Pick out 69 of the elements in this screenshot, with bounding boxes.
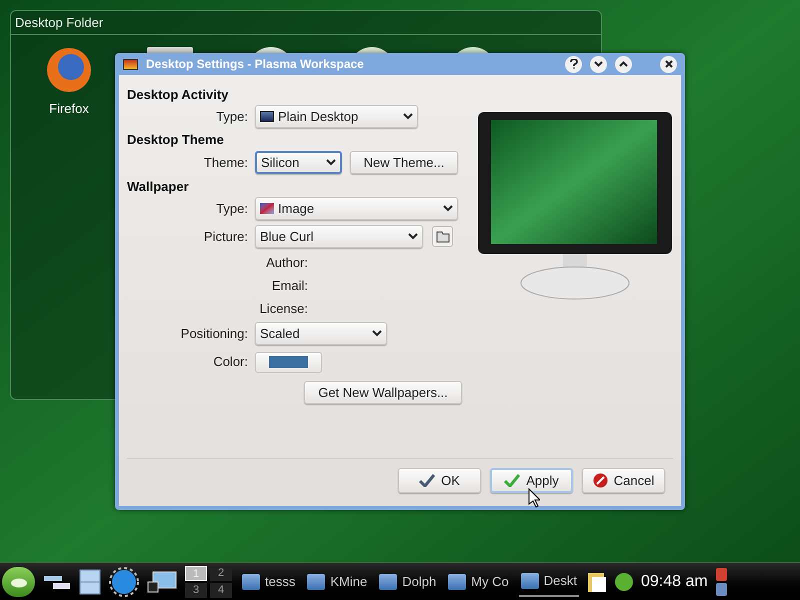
dropdown[interactable]: Blue Curl [255,225,423,248]
field-label: Author: [266,254,308,272]
chameleon-icon [10,576,28,588]
close-icon [664,60,672,68]
pager-desktop[interactable]: 2 [210,566,232,580]
pager-desktop[interactable]: 3 [185,582,207,598]
push-button[interactable]: New Theme... [350,151,458,174]
mouse-pointer-icon [528,488,540,508]
cancel-icon [592,473,608,488]
field-label: Type: [216,108,248,126]
chevron-down-icon [443,205,453,212]
field-label: Email: [272,276,308,295]
section-heading: Wallpaper [127,178,190,195]
color-button[interactable] [255,352,322,372]
section-heading: Desktop Theme [127,131,225,148]
task-button[interactable]: My Co [446,566,511,596]
dropdown[interactable]: Silicon [255,151,342,174]
push-button[interactable]: Get New Wallpapers... [304,381,462,404]
task-button[interactable]: Dolph [377,566,438,596]
help-icon [570,59,578,69]
app-icon [448,574,466,590]
field-label: Type: [216,200,248,218]
chevron-up-icon [619,61,628,67]
maximize-button[interactable] [615,56,632,72]
folder-button[interactable] [432,226,453,247]
launcher-button[interactable] [2,566,35,596]
checkmark-icon [419,474,436,487]
folder-icon [436,230,450,242]
field-label: Color: [213,353,248,372]
desktop-icon[interactable] [147,568,177,594]
checkmark-icon [504,474,520,487]
chevron-down-icon [403,113,413,120]
monitor-icon [260,111,274,122]
task-button[interactable]: Deskt [518,566,579,596]
dropdown[interactable]: Plain Desktop [255,105,418,128]
globe-icon [46,47,92,93]
chevron-down-icon [594,61,603,67]
desktop-icon-label: Firefox [49,100,89,118]
close-button[interactable] [660,56,677,72]
app-icon [520,572,539,588]
task-button[interactable]: KMine [305,566,370,596]
chevron-down-icon [372,330,382,337]
dialog-button[interactable]: Cancel [582,468,665,493]
clock: 09:48 am [640,572,708,592]
chevron-down-icon [408,233,418,240]
field-label: Picture: [204,228,248,246]
field-label: License: [260,300,308,318]
dialog-button[interactable]: OK [398,468,481,493]
clipboard-icon[interactable] [586,570,607,592]
chevron-down-icon [326,159,336,166]
section-heading: Desktop Activity [127,86,230,103]
globe-gear-icon[interactable] [109,566,139,596]
app-icon [242,574,260,590]
cabinet-icon[interactable] [79,568,101,594]
image-icon [260,203,274,214]
panel-title: Desktop Folder [15,14,104,32]
task-button[interactable]: tesss [240,566,298,596]
window-title: Desktop Settings - Plasma Workspace [146,56,364,73]
dropdown[interactable]: Scaled [255,322,387,345]
dropdown[interactable]: Image [255,197,458,220]
app-icon [379,574,398,590]
minimize-button[interactable] [590,56,607,72]
window-icon [123,58,138,70]
field-label: Theme: [204,154,248,172]
pager-desktop[interactable]: 4 [210,582,232,598]
dialog-button[interactable]: Apply [490,468,573,493]
app-icon [307,574,326,590]
help-button[interactable] [565,56,582,72]
field-label: Positioning: [180,324,248,343]
